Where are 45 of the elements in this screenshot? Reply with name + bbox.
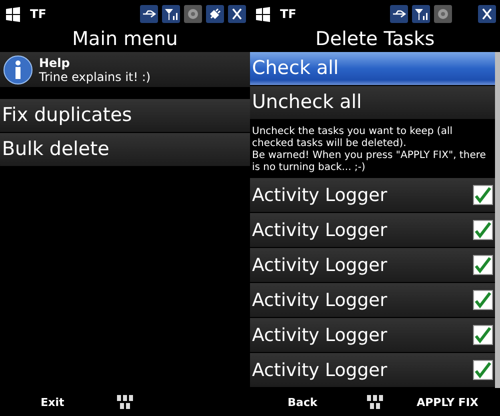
left-softkey[interactable]: Exit bbox=[40, 396, 64, 408]
task-row[interactable]: Activity Logger bbox=[250, 178, 495, 213]
menu-item[interactable]: Check all bbox=[250, 52, 495, 86]
close-icon[interactable] bbox=[478, 5, 496, 23]
windows-logo-icon[interactable] bbox=[254, 5, 272, 23]
menu-item[interactable]: Bulk delete bbox=[0, 133, 250, 167]
checkbox[interactable] bbox=[473, 185, 493, 205]
usb-icon bbox=[390, 5, 408, 23]
checkbox[interactable] bbox=[473, 360, 493, 380]
instruction-text: Uncheck the tasks you want to keep (all checked tasks will be deleted). Be warned! When you press "APPLY FIX", there is no turning back... ;-) bbox=[251, 125, 487, 175]
help-item[interactable]: Help Trine explains it! :) bbox=[0, 52, 250, 87]
app-title: TF bbox=[280, 7, 298, 21]
task-label: Activity Logger bbox=[252, 360, 388, 380]
screen-title: Delete Tasks bbox=[314, 28, 436, 52]
windows-logo-icon[interactable] bbox=[4, 5, 22, 23]
task-label: Activity Logger bbox=[252, 220, 388, 240]
menu-item[interactable]: Fix duplicates bbox=[0, 99, 250, 133]
checkbox[interactable] bbox=[473, 290, 493, 310]
task-row[interactable]: Activity Logger bbox=[250, 283, 495, 318]
right-softkey[interactable]: APPLY FIX bbox=[416, 396, 478, 408]
app-title: TF bbox=[30, 7, 48, 21]
checkbox[interactable] bbox=[473, 220, 493, 240]
keyboard-icon[interactable] bbox=[367, 395, 383, 409]
checkbox[interactable] bbox=[473, 325, 493, 345]
help-title: Help bbox=[39, 56, 71, 70]
help-subtitle: Trine explains it! :) bbox=[39, 70, 151, 84]
screen-title: Main menu bbox=[71, 28, 179, 52]
task-label: Activity Logger bbox=[252, 290, 388, 310]
menu-item[interactable]: Uncheck all bbox=[250, 86, 495, 120]
task-label: Activity Logger bbox=[252, 254, 388, 276]
signal-icon bbox=[162, 5, 180, 23]
signal-icon bbox=[412, 5, 430, 23]
close-icon[interactable] bbox=[228, 5, 246, 23]
task-label: Activity Logger bbox=[252, 324, 388, 346]
task-label: Activity Logger bbox=[252, 184, 388, 206]
info-icon bbox=[3, 54, 33, 84]
scrollbar[interactable] bbox=[495, 52, 500, 388]
usb-icon bbox=[140, 5, 158, 23]
task-row[interactable]: Activity Logger bbox=[250, 353, 495, 388]
task-row[interactable]: Activity Logger bbox=[250, 248, 495, 283]
task-row[interactable]: Activity Logger bbox=[250, 213, 495, 248]
task-row[interactable]: Activity Logger bbox=[250, 318, 495, 353]
checkbox[interactable] bbox=[473, 255, 493, 275]
keyboard-icon[interactable] bbox=[117, 395, 133, 409]
left-softkey[interactable]: Back bbox=[288, 396, 318, 408]
